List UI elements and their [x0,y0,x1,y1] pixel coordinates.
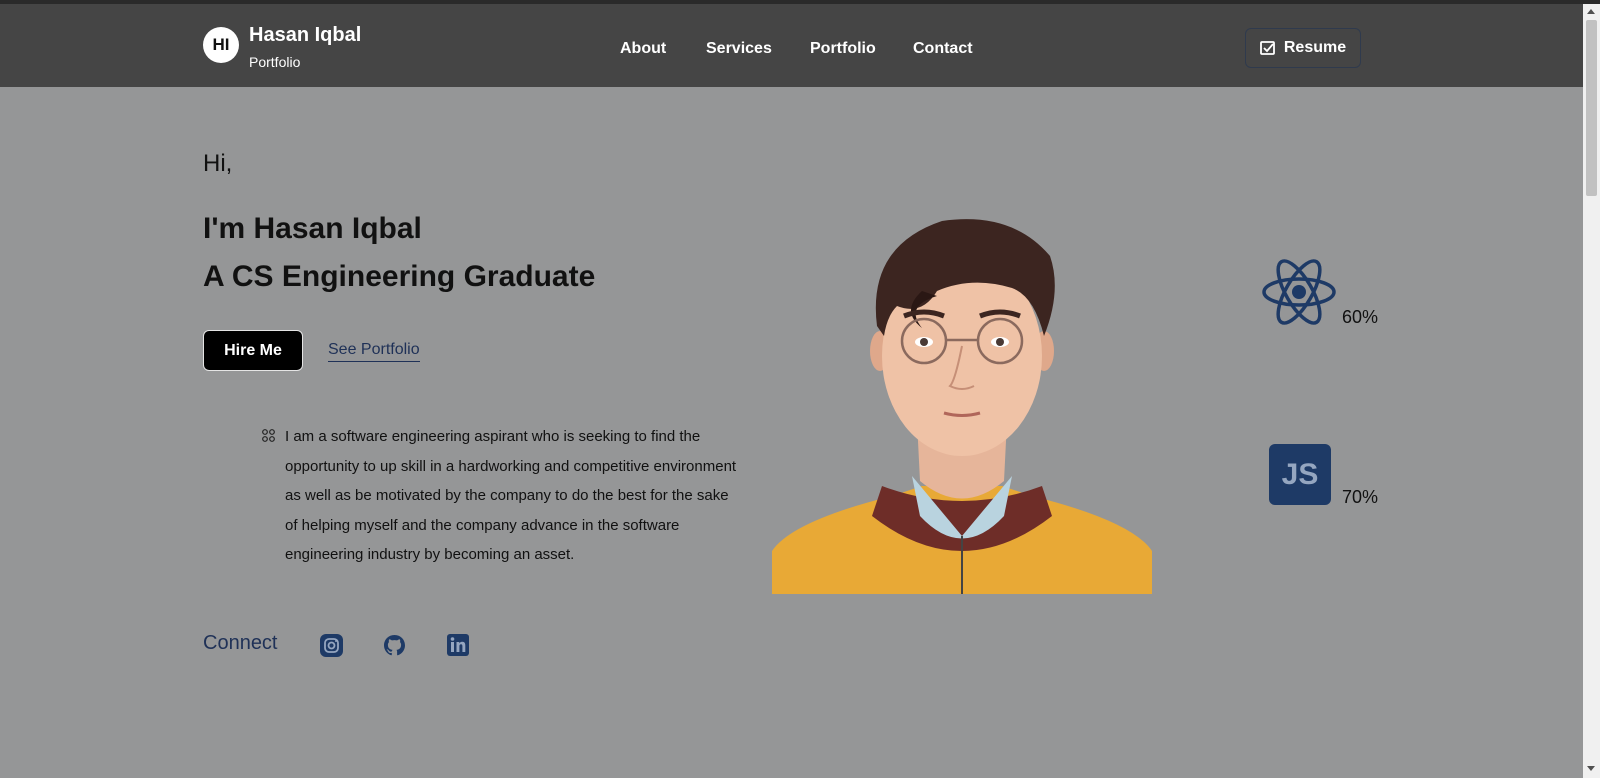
javascript-percent: 70% [1342,487,1379,507]
connect-label: Connect [203,632,278,654]
nav-contact[interactable]: Contact [913,40,973,58]
scroll-up-arrow-icon[interactable] [1587,9,1595,14]
brand-subtitle: Portfolio [249,54,301,70]
javascript-icon: JS [1269,444,1331,505]
nav-about[interactable]: About [620,40,666,58]
resume-label: Resume [1283,39,1347,56]
github-icon[interactable] [383,634,406,657]
greeting: Hi, [203,150,233,177]
logo-badge[interactable]: HI [203,27,239,63]
hero-heading-title: A CS Engineering Graduate [203,260,596,293]
nav-services[interactable]: Services [706,40,772,58]
nav-portfolio[interactable]: Portfolio [810,40,876,58]
linkedin-icon[interactable] [447,634,469,656]
grid-dots-icon [262,429,275,442]
see-portfolio-link[interactable]: See Portfolio [328,341,420,362]
scrollbar-thumb[interactable] [1586,20,1597,196]
brand-name[interactable]: Hasan Iqbal [249,24,361,47]
react-icon [1262,259,1336,325]
bio-paragraph: I am a software engineering aspirant who… [285,428,737,563]
profile-portrait-image [772,219,1152,594]
hero-heading-name: I'm Hasan Iqbal [203,212,422,245]
instagram-icon[interactable] [320,634,343,657]
document-check-icon [1259,41,1275,55]
site-header: HI Hasan Iqbal Portfolio About Services … [0,4,1583,87]
resume-button[interactable]: Resume [1245,28,1361,68]
hire-me-button[interactable]: Hire Me [203,330,303,371]
react-percent: 60% [1342,307,1379,327]
scroll-down-arrow-icon[interactable] [1587,766,1595,771]
